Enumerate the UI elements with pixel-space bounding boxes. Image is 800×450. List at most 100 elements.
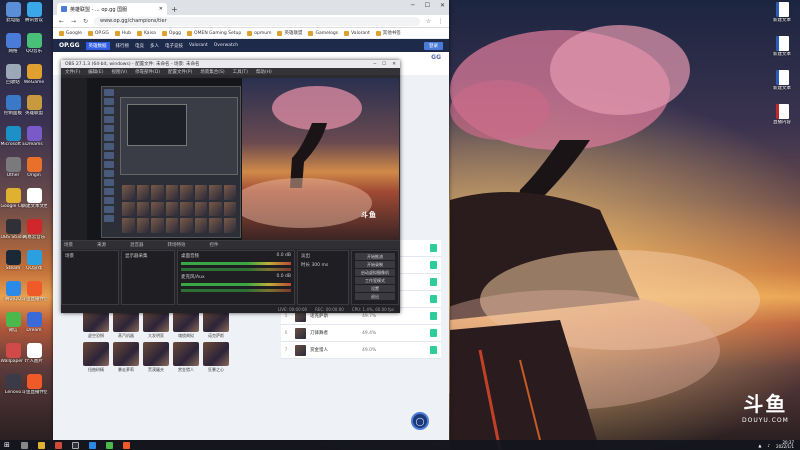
obs-maximize-icon[interactable]: ☐ <box>382 62 386 67</box>
obs-control-button[interactable]: 启动虚拟摄像机 <box>355 269 395 276</box>
source-item[interactable]: 显示器采集 <box>125 253 171 259</box>
champion-card[interactable]: 狂暴之心 <box>203 342 229 373</box>
close-tab-icon[interactable]: ✕ <box>159 6 163 12</box>
champion-card[interactable]: 赏金猎人 <box>173 342 199 373</box>
bookmark-item[interactable]: Gamelogs <box>308 30 338 36</box>
app-icon <box>26 219 42 234</box>
taskbar-wechat-icon[interactable] <box>106 441 113 449</box>
desktop-icon[interactable]: Origin <box>22 157 47 188</box>
volume-icon[interactable]: ♪ <box>767 443 770 448</box>
desktop-file-icon[interactable]: 新建文本 <box>770 36 795 68</box>
desktop-file-icon[interactable]: 新建文本 <box>770 2 795 34</box>
site-nav-item[interactable]: 多人 <box>150 43 159 49</box>
site-nav-item[interactable]: Overwatch <box>214 43 238 48</box>
network-icon[interactable]: ▲ <box>758 443 761 448</box>
obs-menu-item[interactable]: 视图(V) <box>111 69 127 75</box>
bookmark-item[interactable]: Kaisa <box>136 30 156 36</box>
app-icon <box>26 64 42 79</box>
obs-menu-item[interactable]: 停靠部件(D) <box>135 69 160 75</box>
obs-close-icon[interactable]: ✕ <box>392 62 396 67</box>
taskbar-douyu-icon[interactable] <box>123 441 130 449</box>
obs-menu-item[interactable]: 配置文件(P) <box>168 69 192 75</box>
bookmark-item[interactable]: OP.GG <box>87 30 109 36</box>
taskbar-search-icon[interactable] <box>21 441 28 449</box>
start-icon[interactable]: ⊞ <box>4 441 11 449</box>
clock[interactable]: 20:37 2022/1/1 <box>776 441 794 449</box>
bookmark-item[interactable]: opmum <box>247 30 271 36</box>
chat-float-button[interactable]: ◯ <box>411 412 429 430</box>
close-window-icon[interactable]: ✕ <box>440 2 445 9</box>
bookmark-icon <box>375 30 381 36</box>
champion-card[interactable]: 扭曲树精 <box>83 342 109 373</box>
bookmark-label: 英雄联盟 <box>284 31 303 36</box>
obs-control-button[interactable]: 开始录制 <box>355 261 395 268</box>
bookmark-item[interactable]: Valorant <box>344 30 370 36</box>
duration-row: 时长 300 ms <box>301 262 345 268</box>
site-nav-item[interactable]: 电子竞技 <box>165 43 183 49</box>
desktop-file-icon[interactable]: 直播内容 <box>770 104 795 136</box>
back-icon[interactable]: ← <box>58 18 65 25</box>
site-nav-item[interactable]: 英雄数据 <box>85 41 110 50</box>
volume-slider[interactable] <box>181 268 291 271</box>
minimize-icon[interactable]: ─ <box>411 2 415 9</box>
url-input[interactable]: www.op.gg/champions/tier <box>94 16 420 26</box>
site-nav-item[interactable]: Valorant <box>189 43 208 48</box>
champion-card[interactable]: 暴走萝莉 <box>113 342 139 373</box>
obs-minimize-icon[interactable]: ─ <box>373 62 376 67</box>
desktop-icon[interactable]: 个人图片 <box>22 343 47 374</box>
obs-control-button[interactable]: 开始推流 <box>355 253 395 260</box>
login-button[interactable]: 登录 <box>424 41 443 50</box>
obs-menu-item[interactable]: 文件(F) <box>65 69 80 75</box>
obs-menu-item[interactable]: 场景集合(S) <box>200 69 224 75</box>
bookmark-item[interactable]: 英雄联盟 <box>277 30 302 36</box>
obs-control-button[interactable]: 设置 <box>355 285 395 292</box>
scene-item[interactable]: 场景 <box>65 253 115 259</box>
desktop-icon[interactable]: WeGame <box>22 64 47 95</box>
obs-control-button[interactable]: 退出 <box>355 293 395 300</box>
reload-icon[interactable]: ↻ <box>82 18 89 25</box>
tier-row[interactable]: 7 赏金猎人 49.0% <box>281 342 441 359</box>
forward-icon[interactable]: → <box>70 18 77 25</box>
site-nav-item[interactable]: 电竞 <box>135 43 144 49</box>
bookmark-item[interactable]: 其他书签 <box>375 30 401 36</box>
browser-tab[interactable]: 英雄联盟 - ... op.gg 国服 ✕ <box>57 3 167 15</box>
obs-menu-item[interactable]: 编辑(E) <box>88 69 103 75</box>
tier-badge-icon <box>430 329 437 337</box>
bookmark-label: Hub <box>121 30 131 36</box>
tier-champion-name: 刀锋舞者 <box>310 331 328 336</box>
taskbar-qq-icon[interactable] <box>89 441 96 449</box>
obs-menu-item[interactable]: 帮助(H) <box>256 69 272 75</box>
desktop-icon[interactable]: 腾讯会议 <box>22 2 47 33</box>
obs-menu-item[interactable]: 工具(T) <box>233 69 248 75</box>
taskbar-chrome-icon[interactable] <box>55 441 62 449</box>
bookmark-item[interactable]: Hub <box>114 30 131 36</box>
champion-name: 赏金猎人 <box>178 367 194 372</box>
desktop-icon[interactable]: 英雄联盟 <box>22 95 47 126</box>
champion-card[interactable]: 荒漠屠夫 <box>143 342 169 373</box>
new-tab-icon[interactable]: + <box>171 5 178 14</box>
desktop-icon[interactable]: Dreams <box>22 126 47 157</box>
desktop-icon[interactable]: QQ音乐 <box>22 33 47 64</box>
maximize-icon[interactable]: ☐ <box>425 2 430 9</box>
desktop-icon[interactable]: 网易云音乐 <box>22 219 47 250</box>
tier-row[interactable]: 6 刀锋舞者 49.4% <box>281 325 441 342</box>
desktop-icon[interactable]: QQ游戏 <box>22 250 47 281</box>
desktop-file-icon[interactable]: 新建文本 <box>770 70 795 102</box>
desktop-icon[interactable]: 斗鱼直播伴侣 <box>22 374 47 405</box>
bookmark-item[interactable]: Google <box>59 30 82 36</box>
volume-slider[interactable] <box>181 289 291 292</box>
obs-control-button[interactable]: 工作室模式 <box>355 277 395 284</box>
duration-input[interactable]: 300 ms <box>311 263 328 268</box>
bookmark-item[interactable]: Opgg <box>161 30 181 36</box>
transition-select[interactable]: 淡出 <box>301 253 345 259</box>
menu-icon[interactable]: ⋮ <box>437 18 444 25</box>
site-nav-item[interactable]: 排行榜 <box>116 43 130 49</box>
desktop-icon[interactable]: 新建文本文档 <box>22 188 47 219</box>
desktop-icon[interactable]: Dream <box>22 312 47 343</box>
desktop-icon[interactable]: 斗鱼直播伴侣 <box>22 281 47 312</box>
bookmark-item[interactable]: OMEN Gaming Setup <box>187 30 241 36</box>
volume-meter <box>181 283 291 286</box>
taskbar-explorer-icon[interactable] <box>38 441 45 449</box>
star-icon[interactable]: ☆ <box>425 18 432 25</box>
taskbar-obs-icon[interactable] <box>72 441 79 449</box>
